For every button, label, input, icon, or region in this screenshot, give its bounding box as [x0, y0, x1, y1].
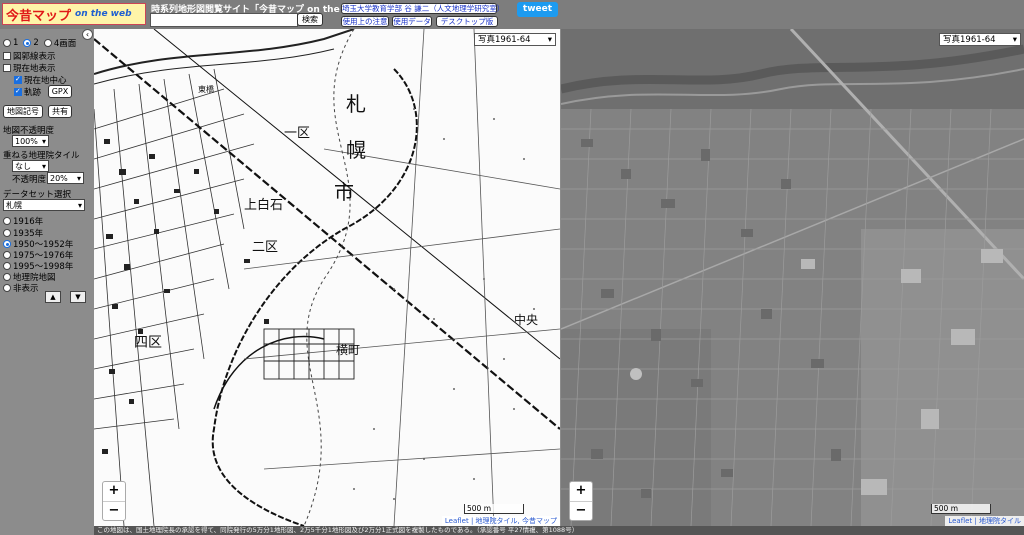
- search-button[interactable]: 検索: [297, 13, 323, 26]
- move-up-button[interactable]: ▲: [45, 291, 61, 303]
- period-option[interactable]: 非表示: [3, 282, 39, 294]
- current-map-label: 現在地表示: [13, 64, 56, 74]
- map-label: 上白石: [244, 197, 283, 213]
- right-scale-bar: 500 m: [931, 504, 991, 514]
- logo-text-en: on the web: [75, 9, 132, 19]
- link-author[interactable]: 埼玉大学教育学部 谷 謙二（人文地理学研究室）: [341, 3, 504, 14]
- attribution-link[interactable]: 地理院タイル: [979, 517, 1021, 525]
- search-input[interactable]: [150, 13, 298, 27]
- radio-screen-1[interactable]: [3, 39, 11, 47]
- right-zoom-in-button[interactable]: +: [570, 482, 592, 501]
- aerial-photo: [561, 29, 1024, 526]
- map-label: 中央: [514, 312, 538, 327]
- move-down-button[interactable]: ▼: [70, 291, 86, 303]
- sidebar: 1 2 4画面 図郭線表示 現在地表示 現在地中心 軌跡 GPX 地図記号 共有…: [0, 29, 93, 535]
- header-bar: 今昔マップ on the web 時系列地形図閲覧サイト「今昔マップ on th…: [0, 0, 1024, 29]
- link-notes[interactable]: 使用上の注意: [341, 16, 389, 27]
- boundary-toggle[interactable]: 図郭線表示: [3, 50, 56, 62]
- right-zoom-control: + −: [569, 481, 593, 521]
- chevron-left-icon: ‹: [85, 30, 90, 39]
- map-label: 東橋: [198, 84, 214, 94]
- map-pane-left[interactable]: 札 幌 市 上白石 二区 一区 中央 横町 四区 東橋 写真1961-64 + …: [94, 29, 560, 526]
- left-zoom-in-button[interactable]: +: [103, 482, 125, 501]
- topographic-map: 札 幌 市 上白石 二区 一区 中央 横町 四区 東橋: [94, 29, 560, 526]
- overlay-select[interactable]: なし: [12, 160, 49, 172]
- dataset-select[interactable]: 札幌: [3, 199, 85, 211]
- left-zoom-out-button[interactable]: −: [103, 501, 125, 521]
- map-label: 一区: [284, 126, 310, 141]
- boundary-label: 図郭線表示: [13, 52, 56, 62]
- screen-2-label: 2: [33, 38, 39, 48]
- link-desktop[interactable]: デスクトップ版: [436, 16, 498, 27]
- period-option[interactable]: 1916年: [3, 215, 43, 227]
- track-toggle[interactable]: 軌跡: [14, 86, 41, 98]
- map-label: 二区: [252, 240, 278, 255]
- logo-text-jp: 今昔マップ: [6, 8, 72, 24]
- period-label: 1916年: [13, 217, 44, 227]
- radio-screen-2[interactable]: [23, 39, 32, 47]
- map-label: 市: [334, 180, 354, 204]
- current-map-toggle[interactable]: 現在地表示: [3, 62, 56, 74]
- triangle-up-icon: ▲: [50, 293, 56, 301]
- gpx-button[interactable]: GPX: [48, 85, 72, 98]
- map-label: 横町: [336, 343, 360, 357]
- opacity-select[interactable]: 100%: [12, 135, 49, 147]
- screen-count-options: 1 2 4画面: [3, 37, 76, 49]
- attribution-link[interactable]: Leaflet: [948, 517, 972, 525]
- track-label: 軌跡: [24, 88, 42, 98]
- period-radio[interactable]: [3, 229, 11, 237]
- share-button[interactable]: 共有: [48, 105, 72, 118]
- sidebar-collapse-button[interactable]: ‹: [82, 29, 93, 40]
- overlay-opacity-select[interactable]: 20%: [47, 172, 84, 184]
- map-symbol-button[interactable]: 地図記号: [3, 105, 43, 118]
- track-checkbox[interactable]: [14, 87, 22, 96]
- left-scale-bar: 500 m: [464, 504, 524, 514]
- current-center-checkbox[interactable]: [14, 75, 22, 84]
- current-map-checkbox[interactable]: [3, 64, 11, 72]
- period-radio[interactable]: [3, 217, 11, 225]
- period-radio[interactable]: [3, 251, 11, 259]
- tweet-button[interactable]: tweet: [517, 2, 558, 17]
- period-radio[interactable]: [3, 284, 11, 292]
- right-zoom-out-button[interactable]: −: [570, 501, 592, 521]
- period-label: 非表示: [13, 284, 39, 294]
- attribution-link[interactable]: 地理院タイル: [476, 517, 518, 525]
- attribution-link[interactable]: Leaflet: [445, 517, 469, 525]
- triangle-down-icon: ▼: [75, 293, 81, 301]
- overlay-opacity-label: 不透明度: [12, 175, 47, 185]
- map-label: 札: [346, 92, 366, 116]
- map-pane-right[interactable]: 写真1961-64 + − 500 m Leaflet | 地理院タイル: [561, 29, 1024, 526]
- left-zoom-control: + −: [102, 481, 126, 521]
- right-layer-select[interactable]: 写真1961-64: [939, 33, 1021, 46]
- left-layer-select[interactable]: 写真1961-64: [474, 33, 556, 46]
- radio-screen-4[interactable]: [43, 39, 52, 47]
- period-radio[interactable]: [3, 273, 11, 281]
- attribution-link[interactable]: 今昔マップ: [522, 517, 557, 525]
- map-label: 幌: [346, 138, 366, 162]
- screen-4-label: 4画面: [53, 39, 77, 49]
- right-attribution: Leaflet | 地理院タイル: [945, 516, 1024, 526]
- site-logo[interactable]: 今昔マップ on the web: [2, 3, 146, 25]
- copyright-footer: この地図は、国土地理院長の承認を得て、同院発行の5万分1地形図、2万5千分1地形…: [94, 526, 1024, 535]
- boundary-checkbox[interactable]: [3, 52, 11, 60]
- screen-1-label: 1: [13, 38, 19, 48]
- map-label: 四区: [134, 335, 162, 351]
- link-data[interactable]: 使用データ: [392, 16, 432, 27]
- period-radio[interactable]: [3, 240, 11, 248]
- left-attribution: Leaflet | 地理院タイル, 今昔マップ: [441, 516, 560, 526]
- period-radio[interactable]: [3, 262, 11, 270]
